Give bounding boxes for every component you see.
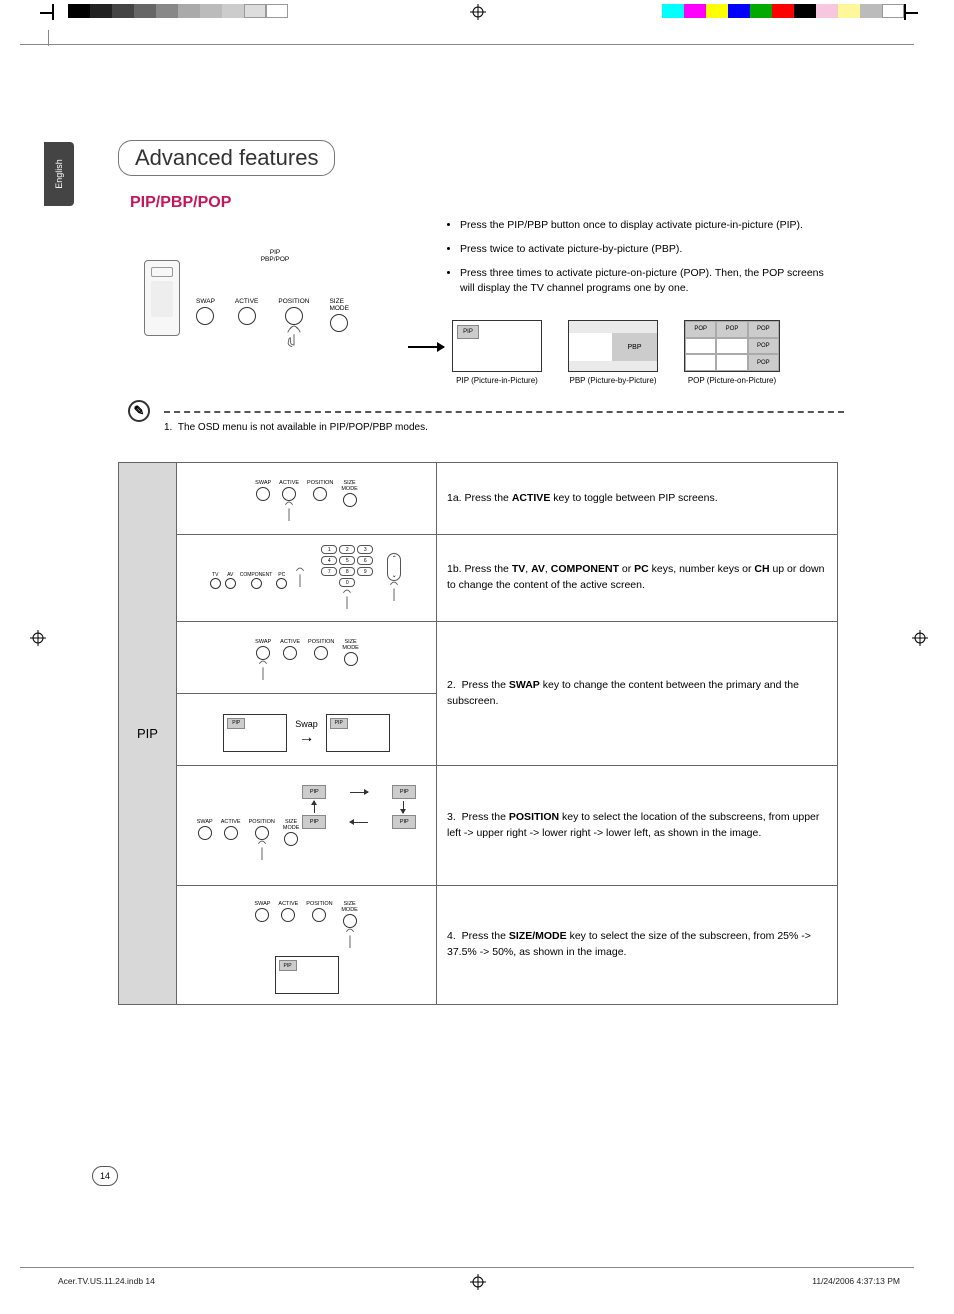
pip-mode-diagram: PIP PIP (Picture-in-Picture) bbox=[452, 320, 542, 385]
mode-caption: PIP (Picture-in-Picture) bbox=[456, 376, 538, 385]
note-text: 1. The OSD menu is not available in PIP/… bbox=[164, 422, 428, 433]
swap-button-icon: SWAP bbox=[196, 298, 215, 347]
step-4-text: 4. Press the SIZE/MODE key to select the… bbox=[437, 886, 838, 1005]
registration-mark-icon bbox=[912, 630, 928, 646]
mode-caption: PBP (Picture-by-Picture) bbox=[570, 376, 657, 385]
grayscale-strip bbox=[68, 4, 288, 18]
step-3-text: 3. Press the POSITION key to select the … bbox=[437, 766, 838, 886]
step-1a-text: 1a. Press the ACTIVE key to toggle betwe… bbox=[437, 463, 838, 535]
language-tab: English bbox=[44, 142, 74, 206]
section-heading: Advanced features bbox=[118, 140, 335, 176]
page-number: 14 bbox=[92, 1166, 118, 1186]
bullet-item: Press the PIP/PBP button once to display… bbox=[460, 218, 838, 234]
remote-diagram: PIP PBP/POP SWAP ACTIVE POSITION SIZE MO… bbox=[118, 258, 418, 358]
step-2-text: 2. Press the SWAP key to change the cont… bbox=[437, 622, 838, 766]
remote-icon bbox=[144, 260, 180, 336]
diagram-cell: TV AV COMPONENT PC 123 456 789 0 bbox=[177, 535, 437, 622]
arrow-right-icon: → bbox=[298, 729, 314, 747]
crop-line bbox=[20, 44, 914, 45]
bullet-item: Press twice to activate picture-by-pictu… bbox=[460, 242, 838, 258]
pbp-mode-diagram: PBP PBP (Picture-by-Picture) bbox=[568, 320, 658, 385]
finger-press-icon bbox=[285, 325, 303, 347]
diagram-cell: SWAP ACTIVE POSITION SIZE MODE PIP bbox=[177, 886, 437, 1005]
dashed-line bbox=[164, 411, 844, 413]
bullet-list: Press the PIP/PBP button once to display… bbox=[460, 218, 838, 297]
diagram-cell: SWAP ACTIVE POSITION SIZE MODE bbox=[177, 463, 437, 535]
active-button-icon: ACTIVE bbox=[235, 298, 258, 347]
pip-steps-table: PIP SWAP ACTIVE POSITION SIZE MODE 1a. P… bbox=[118, 462, 838, 1005]
crop-tick bbox=[904, 12, 918, 14]
finger-press-icon bbox=[341, 928, 359, 950]
channel-rocker-icon: ⌃⌄ bbox=[387, 553, 401, 581]
mode-row: PIP PIP (Picture-in-Picture) PBP PBP (Pi… bbox=[452, 320, 780, 385]
position-button-icon: POSITION bbox=[278, 298, 309, 347]
intro-left: PIP PBP/POP SWAP ACTIVE POSITION SIZE MO… bbox=[118, 218, 418, 358]
finger-press-icon bbox=[291, 567, 309, 589]
mode-caption: POP (Picture-on-Picture) bbox=[688, 376, 776, 385]
crop-line bbox=[20, 1267, 914, 1268]
diagram-cell: PIP Swap→ PIP bbox=[177, 694, 437, 766]
pip-pbp-pop-label: PIP PBP/POP bbox=[260, 250, 290, 263]
footer-filename: Acer.TV.US.11.24.indb 14 bbox=[58, 1276, 155, 1286]
crop-tick bbox=[40, 12, 54, 14]
color-strip bbox=[662, 4, 904, 18]
bullet-item: Press three times to activate picture-on… bbox=[460, 266, 838, 298]
finger-press-icon bbox=[385, 581, 403, 603]
note-icon: ✎ bbox=[128, 400, 150, 422]
registration-mark-icon bbox=[470, 4, 486, 20]
crop-line bbox=[48, 30, 49, 46]
printer-marks-top bbox=[0, 4, 954, 28]
size-mode-button-icon: SIZE MODE bbox=[329, 298, 349, 347]
finger-press-icon bbox=[338, 589, 356, 611]
swap-label: Swap bbox=[295, 719, 318, 729]
registration-mark-icon bbox=[30, 630, 46, 646]
sub-heading: PIP/PBP/POP bbox=[130, 194, 838, 212]
diagram-cell: SWAP ACTIVE POSITION SIZE MODE bbox=[177, 622, 437, 694]
pop-mode-diagram: POPPOPPOP POP POP POP (Picture-on-Pictur… bbox=[684, 320, 780, 385]
finger-press-icon bbox=[253, 840, 271, 862]
footer-timestamp: 11/24/2006 4:37:13 PM bbox=[812, 1276, 900, 1286]
finger-press-icon bbox=[254, 660, 272, 682]
page: English Advanced features PIP/PBP/POP PI… bbox=[0, 0, 954, 1314]
finger-press-icon bbox=[280, 501, 298, 523]
language-label: English bbox=[54, 159, 64, 189]
position-cycle-diagram: PIPPIP PIPPIP bbox=[302, 783, 416, 831]
table-row-header: PIP bbox=[119, 463, 177, 1005]
diagram-cell: SWAP ACTIVE POSITION SIZE MODE PIPPIP PI… bbox=[177, 766, 437, 886]
registration-mark-icon bbox=[470, 1274, 486, 1290]
pip-badge: PIP bbox=[457, 325, 479, 339]
numpad-icon: 123 456 789 bbox=[321, 545, 373, 576]
remote-button-row: SWAP ACTIVE POSITION SIZE MODE bbox=[196, 298, 349, 347]
step-1b-text: 1b. Press the TV, AV, COMPONENT or PC ke… bbox=[437, 535, 838, 622]
pbp-badge: PBP bbox=[612, 333, 657, 361]
arrow-icon bbox=[408, 346, 444, 348]
